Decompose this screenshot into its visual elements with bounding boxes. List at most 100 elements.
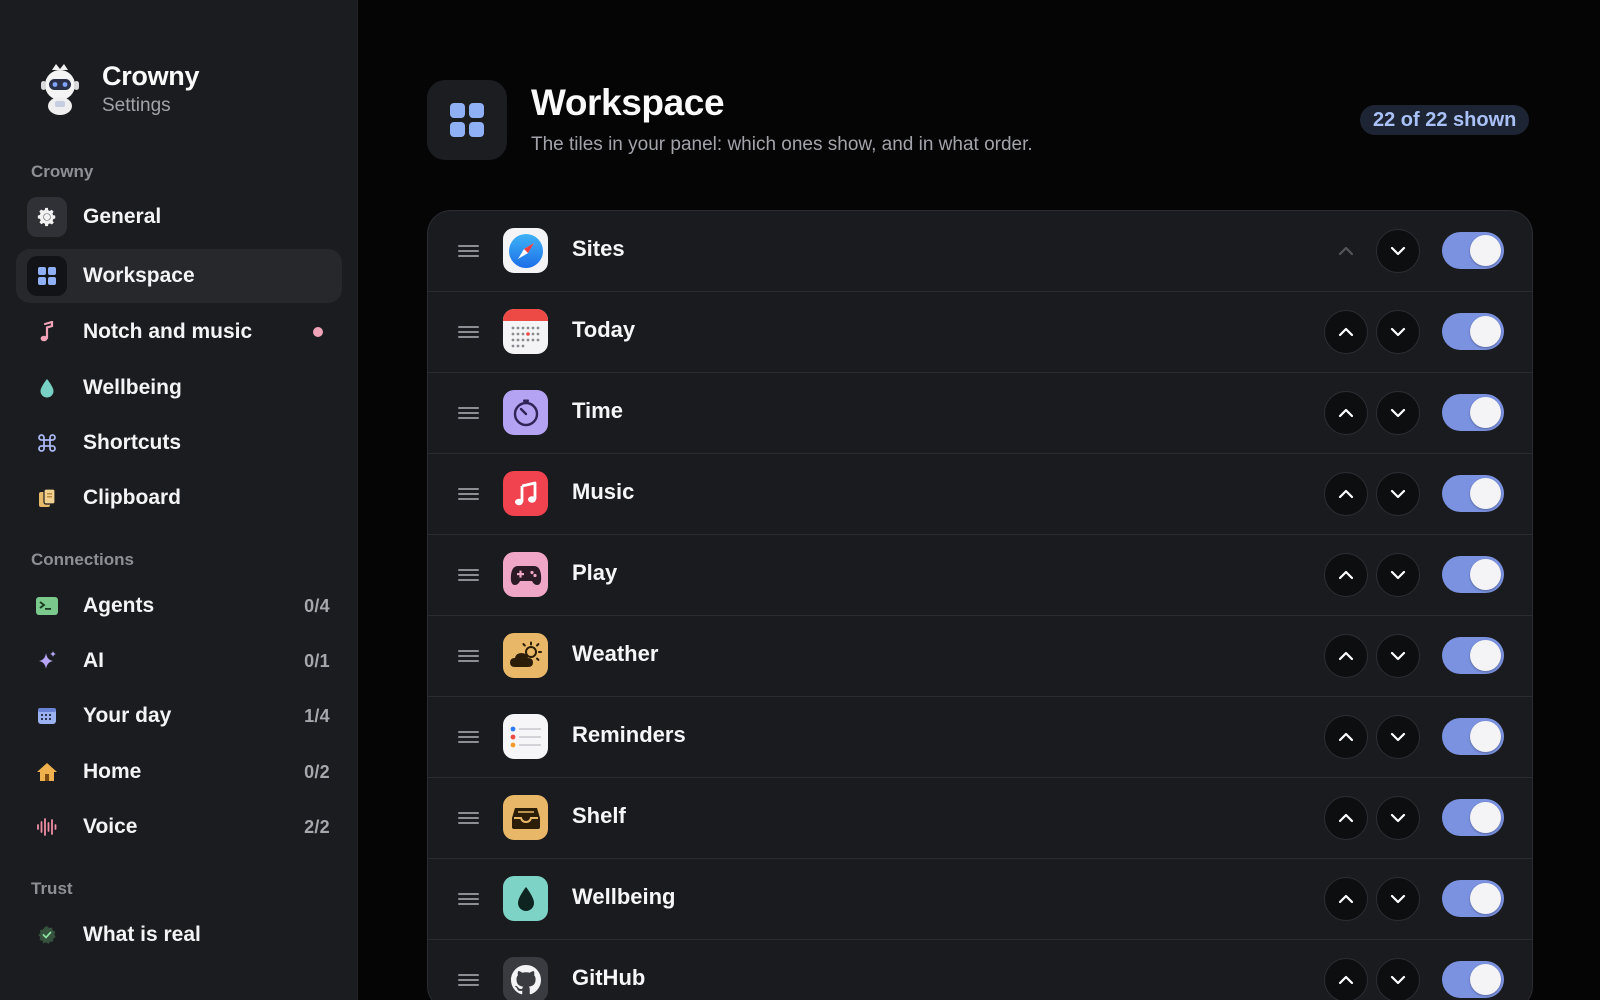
- sidebar-item-notch-and-music[interactable]: Notch and music: [16, 305, 342, 359]
- drag-handle-icon[interactable]: [458, 407, 479, 419]
- move-up-button[interactable]: [1324, 958, 1368, 1000]
- tile-visibility-toggle[interactable]: [1442, 799, 1504, 836]
- chevron-up-icon: [1338, 894, 1354, 904]
- move-down-button[interactable]: [1376, 472, 1420, 516]
- drag-handle-icon[interactable]: [458, 569, 479, 581]
- tile-visibility-toggle[interactable]: [1442, 556, 1504, 593]
- sidebar-item-shortcuts[interactable]: Shortcuts: [16, 416, 342, 470]
- sidebar-item-workspace[interactable]: Workspace: [16, 249, 342, 303]
- move-down-button[interactable]: [1376, 553, 1420, 597]
- drag-handle-icon[interactable]: [458, 974, 479, 986]
- tile-row-reminders: Reminders: [428, 697, 1532, 778]
- move-down-button[interactable]: [1376, 715, 1420, 759]
- move-down-button[interactable]: [1376, 796, 1420, 840]
- drag-handle-icon[interactable]: [458, 812, 479, 824]
- move-up-button[interactable]: [1324, 796, 1368, 840]
- sidebar-item-voice[interactable]: Voice 2/2: [16, 800, 342, 854]
- chevron-down-icon: [1390, 975, 1406, 985]
- command-icon: [27, 423, 67, 463]
- tile-visibility-toggle[interactable]: [1442, 313, 1504, 350]
- calendar-icon: [27, 696, 67, 736]
- tile-row-github: GitHub: [428, 940, 1532, 1000]
- tile-name: Reminders: [572, 722, 686, 747]
- drag-handle-icon[interactable]: [458, 245, 479, 257]
- chevron-down-icon: [1390, 327, 1406, 337]
- tile-visibility-toggle[interactable]: [1442, 637, 1504, 674]
- water-drop-icon: [503, 876, 548, 921]
- page-title: Workspace: [531, 82, 725, 123]
- sparkle-icon: [27, 641, 67, 681]
- gear-icon: [27, 197, 67, 237]
- sidebar-item-ai[interactable]: AI 0/1: [16, 634, 342, 688]
- tile-visibility-toggle[interactable]: [1442, 961, 1504, 998]
- timer-icon: [503, 390, 548, 435]
- drag-handle-icon[interactable]: [458, 731, 479, 743]
- toggle-knob: [1470, 802, 1501, 833]
- drag-handle-icon[interactable]: [458, 893, 479, 905]
- toggle-knob: [1470, 559, 1501, 590]
- move-down-button[interactable]: [1376, 634, 1420, 678]
- chevron-up-icon: [1338, 246, 1354, 256]
- move-up-button[interactable]: [1324, 634, 1368, 678]
- sidebar-item-label: Clipboard: [83, 486, 181, 509]
- tile-name: GitHub: [572, 965, 646, 990]
- tile-name: Time: [572, 398, 623, 423]
- sidebar-item-agents[interactable]: Agents 0/4: [16, 579, 342, 633]
- toggle-knob: [1470, 883, 1501, 914]
- move-up-button[interactable]: [1324, 391, 1368, 435]
- sidebar-item-clipboard[interactable]: Clipboard: [16, 471, 342, 525]
- move-up-button[interactable]: [1324, 229, 1368, 273]
- sidebar-item-label: Workspace: [83, 264, 195, 287]
- tile-row-shelf: Shelf: [428, 778, 1532, 859]
- chevron-up-icon: [1338, 327, 1354, 337]
- tile-visibility-toggle[interactable]: [1442, 232, 1504, 269]
- robot-logo-icon: [41, 64, 79, 115]
- move-down-button[interactable]: [1376, 391, 1420, 435]
- chevron-up-icon: [1338, 570, 1354, 580]
- chevron-down-icon: [1390, 570, 1406, 580]
- drag-handle-icon[interactable]: [458, 326, 479, 338]
- chevron-up-icon: [1338, 813, 1354, 823]
- move-up-button[interactable]: [1324, 877, 1368, 921]
- sidebar-item-wellbeing[interactable]: Wellbeing: [16, 361, 342, 415]
- move-up-button[interactable]: [1324, 715, 1368, 759]
- move-down-button[interactable]: [1376, 958, 1420, 1000]
- notification-dot: [313, 327, 323, 337]
- tile-name: Today: [572, 317, 636, 342]
- sidebar-item-label: Shortcuts: [83, 431, 182, 454]
- sidebar-item-what-is-real[interactable]: What is real: [16, 908, 342, 962]
- compass-icon: [503, 228, 548, 273]
- tile-visibility-toggle[interactable]: [1442, 880, 1504, 917]
- sidebar-item-home[interactable]: Home 0/2: [16, 745, 342, 799]
- sidebar-item-label: Agents: [83, 594, 155, 617]
- tile-row-music: Music: [428, 454, 1532, 535]
- move-down-button[interactable]: [1376, 229, 1420, 273]
- sidebar: Crowny Settings Crowny General Workspace…: [0, 0, 358, 1000]
- app-name: Crowny: [102, 61, 200, 91]
- move-down-button[interactable]: [1376, 310, 1420, 354]
- chevron-down-icon: [1390, 246, 1406, 256]
- toggle-knob: [1470, 640, 1501, 671]
- chevron-down-icon: [1390, 813, 1406, 823]
- toggle-knob: [1470, 964, 1501, 995]
- tile-name: Shelf: [572, 803, 626, 828]
- tile-visibility-toggle[interactable]: [1442, 394, 1504, 431]
- toggle-knob: [1470, 235, 1501, 266]
- toggle-knob: [1470, 721, 1501, 752]
- tile-visibility-toggle[interactable]: [1442, 718, 1504, 755]
- move-up-button[interactable]: [1324, 472, 1368, 516]
- section-label-trust: Trust: [31, 879, 73, 898]
- drag-handle-icon[interactable]: [458, 488, 479, 500]
- drag-handle-icon[interactable]: [458, 650, 479, 662]
- move-down-button[interactable]: [1376, 877, 1420, 921]
- move-up-button[interactable]: [1324, 553, 1368, 597]
- sidebar-item-your-day[interactable]: Your day 1/4: [16, 689, 342, 743]
- tile-list: Sites Today Time Music Play Weather Remi…: [427, 210, 1533, 1000]
- sidebar-item-label: General: [83, 205, 162, 228]
- move-up-button[interactable]: [1324, 310, 1368, 354]
- tile-name: Music: [572, 479, 635, 504]
- section-label-connections: Connections: [31, 550, 134, 569]
- toggle-knob: [1470, 397, 1501, 428]
- sidebar-item-general[interactable]: General: [16, 190, 342, 244]
- tile-visibility-toggle[interactable]: [1442, 475, 1504, 512]
